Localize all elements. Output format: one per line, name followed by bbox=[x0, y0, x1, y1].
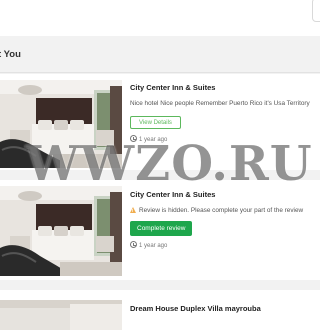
time-ago: 1 year ago bbox=[139, 243, 168, 249]
top-bar bbox=[0, 0, 320, 36]
complete-review-button[interactable]: Complete review bbox=[130, 221, 193, 236]
section-title: t You bbox=[0, 49, 21, 60]
section-header: t You bbox=[0, 37, 320, 73]
warning-icon bbox=[130, 207, 136, 213]
hotel-name[interactable]: Dream House Duplex Villa mayrouba bbox=[130, 304, 261, 313]
review-text: Nice hotel Nice people Remember Puerto R… bbox=[130, 100, 310, 107]
top-right-control[interactable] bbox=[312, 0, 320, 22]
review-card: Dream House Duplex Villa mayrouba bbox=[0, 290, 320, 330]
review-card: City Center Inn & Suites Review is hidde… bbox=[0, 180, 320, 280]
watermark: WWZO.RU bbox=[25, 136, 313, 192]
notice-text: Review is hidden. Please complete your p… bbox=[139, 207, 304, 214]
review-time: 1 year ago bbox=[130, 241, 167, 249]
hotel-name[interactable]: City Center Inn & Suites bbox=[130, 83, 215, 92]
clock-icon bbox=[130, 241, 137, 248]
view-details-button[interactable]: View Details bbox=[130, 116, 181, 129]
hidden-review-notice: Review is hidden. Please complete your p… bbox=[130, 207, 303, 214]
hotel-photo[interactable] bbox=[0, 300, 122, 330]
hotel-photo[interactable] bbox=[0, 186, 122, 276]
